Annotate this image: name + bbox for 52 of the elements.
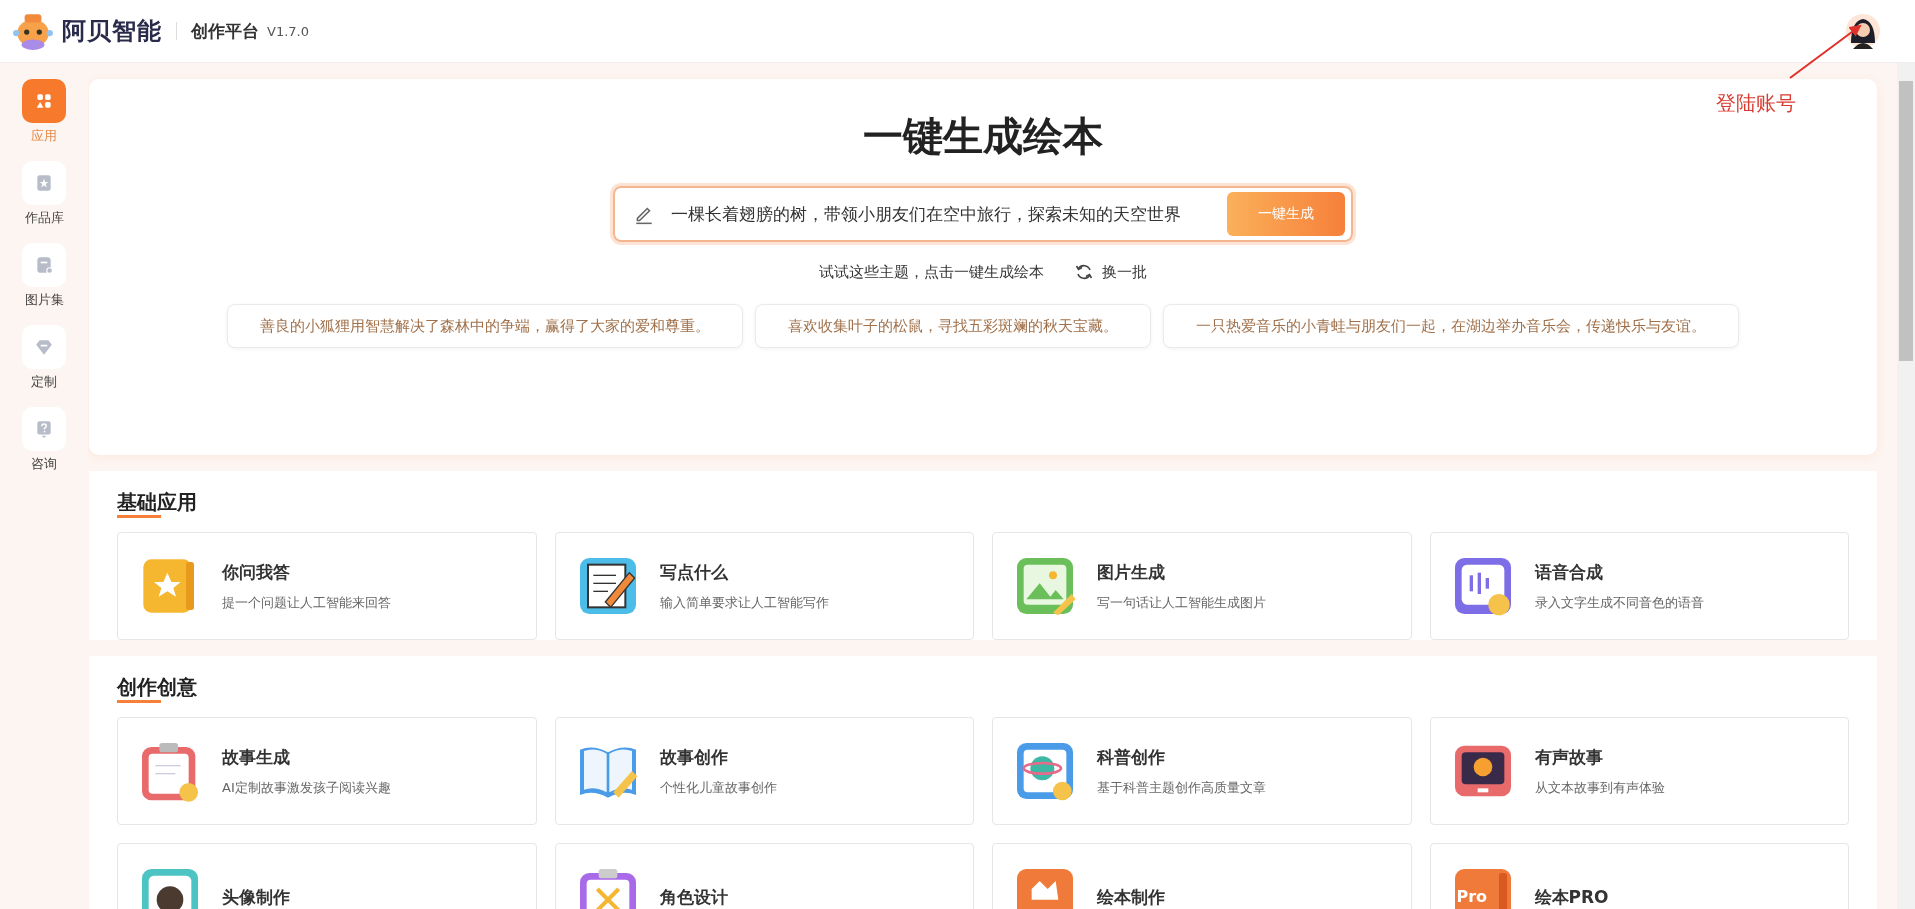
- version-label: V1.7.0: [267, 23, 309, 39]
- icon-label: Pro: [1456, 887, 1488, 906]
- app-card[interactable]: 绘本制作: [992, 843, 1412, 909]
- topic-chip[interactable]: 善良的小狐狸用智慧解决了森林中的争端，赢得了大家的爱和尊重。: [227, 304, 743, 348]
- app-card[interactable]: 写点什么 输入简单要求让人工智能写作: [554, 532, 974, 640]
- app-card[interactable]: 角色设计: [554, 843, 974, 909]
- annotation-label: 登陆账号: [1716, 90, 1796, 117]
- app-card[interactable]: 头像制作: [117, 843, 537, 909]
- app-description: 写一句话让人工智能生成图片: [1097, 593, 1266, 612]
- gem-icon: [34, 337, 54, 357]
- app-title: 故事生成: [222, 745, 291, 769]
- topic-chip[interactable]: 喜欢收集叶子的松鼠，寻找五彩斑斓的秋天宝藏。: [755, 304, 1151, 348]
- scrollbar[interactable]: [1897, 63, 1915, 909]
- app-title: 图片生成: [1097, 560, 1166, 584]
- topic-chip[interactable]: 一只热爱音乐的小青蛙与朋友们一起，在湖边举办音乐会，传递快乐与友谊。: [1163, 304, 1739, 348]
- app-card[interactable]: Pro 绘本PRO: [1429, 843, 1849, 909]
- app-title: 你问我答: [222, 560, 291, 584]
- image-icon: [34, 255, 54, 275]
- help-icon: [34, 419, 54, 439]
- app-title: 语音合成: [1534, 560, 1604, 584]
- app-card[interactable]: 科普创作 基于科普主题创作高质量文章: [992, 717, 1412, 825]
- app-description: 基于科普主题创作高质量文章: [1097, 778, 1266, 797]
- app-title: 有声故事: [1534, 745, 1604, 769]
- app-title: 科普创作: [1097, 745, 1166, 769]
- hint-text: 试试这些主题，点击一键生成绘本: [819, 262, 1044, 282]
- app-description: 从文本故事到有声体验: [1534, 778, 1665, 797]
- app-title: 故事创作: [659, 745, 729, 769]
- app-card[interactable]: 图片生成 写一句话让人工智能生成图片: [992, 532, 1412, 640]
- refresh-button[interactable]: 换一批: [1074, 262, 1147, 282]
- app-card[interactable]: 语音合成 录入文字生成不同音色的语音: [1429, 532, 1849, 640]
- app-title: 绘本PRO: [1534, 885, 1609, 909]
- brand-name: 阿贝智能: [62, 16, 162, 47]
- app-card[interactable]: 有声故事 从文本故事到有声体验: [1429, 717, 1849, 825]
- app-card[interactable]: 故事创作 个性化儿童故事创作: [554, 717, 974, 825]
- app-card[interactable]: 故事生成 AI定制故事激发孩子阅读兴趣: [117, 717, 537, 825]
- app-title: 绘本制作: [1097, 885, 1165, 909]
- user-avatar[interactable]: [1845, 13, 1881, 49]
- refresh-icon: [1074, 262, 1094, 282]
- product-name: 创作平台: [191, 19, 259, 43]
- app-title: 头像制作: [222, 885, 290, 909]
- book-icon: [34, 173, 54, 193]
- app-description: 个性化儿童故事创作: [659, 778, 777, 797]
- app-description: 录入文字生成不同音色的语音: [1534, 593, 1704, 612]
- prompt-field[interactable]: 一棵长着翅膀的树，带领小朋友们在空中旅行，探索未知的天空世界 一键生成: [613, 186, 1353, 242]
- grid-icon: [34, 91, 54, 111]
- page-title: 一键生成绘本: [863, 112, 1103, 161]
- app-title: 角色设计: [659, 885, 728, 909]
- app-description: AI定制故事激发孩子阅读兴趣: [222, 778, 391, 797]
- app-description: 输入简单要求让人工智能写作: [659, 593, 829, 612]
- app-description: 提一个问题让人工智能来回答: [222, 593, 391, 612]
- app-title: 写点什么: [659, 560, 729, 584]
- app-card[interactable]: 你问我答 提一个问题让人工智能来回答: [117, 532, 537, 640]
